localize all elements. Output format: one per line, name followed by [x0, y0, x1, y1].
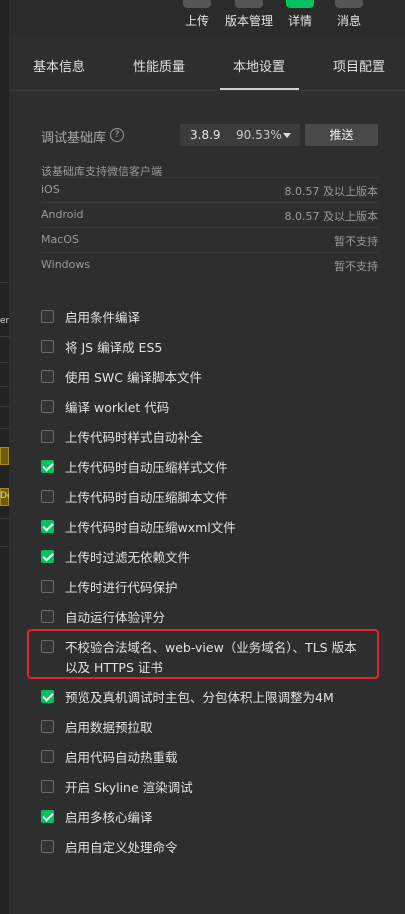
- divider: [0, 428, 9, 429]
- checkbox-checked[interactable]: [41, 690, 54, 703]
- checkbox[interactable]: [41, 610, 54, 623]
- tab-basic-info[interactable]: 基本信息: [33, 56, 85, 75]
- checkbox-checked[interactable]: [41, 520, 54, 533]
- platform-row-macos: MacOS 暂不支持: [41, 227, 378, 252]
- divider: [0, 282, 9, 283]
- divider: [0, 386, 9, 387]
- lib-coverage-percent: 90.53%: [236, 128, 282, 142]
- tab-performance[interactable]: 性能质量: [133, 56, 185, 75]
- checkbox[interactable]: [41, 370, 54, 383]
- left-panel-edge: er De: [0, 0, 9, 914]
- upload-button[interactable]: 上传: [182, 0, 212, 36]
- left-text-fragment: De: [0, 491, 9, 501]
- checkbox[interactable]: [41, 720, 54, 733]
- divider: [0, 518, 9, 519]
- divider: [0, 362, 9, 363]
- debug-lib-label: 调试基础库: [41, 131, 107, 146]
- checkbox[interactable]: [41, 340, 54, 353]
- platform-row-windows: Windows 暂不支持: [41, 252, 378, 277]
- left-text-fragment: er: [0, 316, 9, 326]
- checkbox[interactable]: [41, 580, 54, 593]
- platform-row-android: Android 8.0.57 及以上版本: [41, 202, 378, 227]
- checkbox-checked[interactable]: [41, 460, 54, 473]
- details-button[interactable]: 详情: [285, 0, 315, 36]
- settings-tabs: 基本信息 性能质量 本地设置 项目配置: [9, 36, 405, 91]
- active-tab-indicator: [220, 88, 299, 90]
- checkbox-checked[interactable]: [41, 810, 54, 823]
- version-icon: [235, 0, 263, 8]
- checkbox-checked[interactable]: [41, 550, 54, 563]
- divider: [0, 406, 9, 407]
- checkbox[interactable]: [41, 430, 54, 443]
- divider: [0, 336, 9, 337]
- message-icon: [335, 0, 363, 8]
- checkbox[interactable]: [41, 750, 54, 763]
- top-toolbar: 上传 版本管理 详情 消息: [9, 0, 405, 36]
- highlight-block: [0, 447, 9, 465]
- platform-row-ios: iOS 8.0.57 及以上版本: [41, 177, 378, 202]
- checkbox[interactable]: [41, 840, 54, 853]
- checkbox[interactable]: [41, 310, 54, 323]
- lib-version: 3.8.9: [190, 128, 221, 142]
- version-manage-button[interactable]: 版本管理: [223, 0, 275, 36]
- divider: [0, 546, 9, 547]
- upload-icon: [183, 0, 211, 8]
- caret-down-icon: [283, 133, 291, 138]
- annotation-highlight-box: [27, 629, 379, 679]
- debug-lib-row: 调试基础库 ? 3.8.9 90.53% 推送: [41, 124, 378, 146]
- lib-version-select[interactable]: 3.8.9 90.53%: [180, 124, 300, 146]
- help-icon[interactable]: ?: [110, 128, 124, 142]
- tab-local-settings[interactable]: 本地设置: [233, 56, 285, 75]
- details-icon: [286, 0, 314, 8]
- push-button[interactable]: 推送: [305, 124, 378, 146]
- tab-project-config[interactable]: 项目配置: [333, 56, 385, 75]
- checkbox[interactable]: [41, 780, 54, 793]
- messages-button[interactable]: 消息: [334, 0, 364, 36]
- checkbox[interactable]: [41, 490, 54, 503]
- checkbox[interactable]: [41, 400, 54, 413]
